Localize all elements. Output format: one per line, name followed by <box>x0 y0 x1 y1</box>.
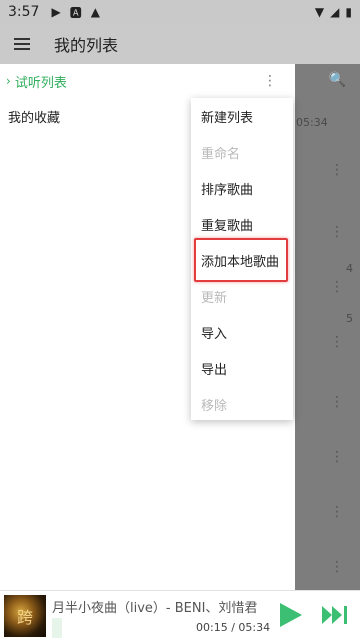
menu-item-rename: 重命名 <box>201 146 241 162</box>
signal-icon: ◢ <box>330 5 340 19</box>
favorites-label: 我的收藏 <box>8 110 61 126</box>
menu-item-duplicate-songs[interactable]: 重复歌曲 <box>191 206 293 242</box>
more-icon[interactable]: ⋮ <box>330 504 344 520</box>
more-icon[interactable]: ⋮ <box>330 449 344 465</box>
menu-item-import[interactable]: 导入 <box>191 314 293 350</box>
page-title: 我的列表 <box>54 36 119 55</box>
main-content: 🔍 05:34 4 5 ⋮ ⋮ ⋮ ⋮ ⋮ ⋮ ⋮ ⋮ › 试听列表 ⋮ 我的收… <box>0 64 360 590</box>
bg-duration-a: 05:34 <box>296 116 328 129</box>
highlight-box <box>194 238 288 282</box>
battery-icon: ▮ <box>345 5 352 19</box>
menu-item-remove: 移除 <box>201 398 228 414</box>
menu-item-new-list[interactable]: 新建列表 <box>191 98 293 134</box>
list-item-trial[interactable]: › 试听列表 ⋮ <box>0 64 295 98</box>
wifi-icon: ▼ <box>314 5 325 19</box>
app-bar: 我的列表 <box>0 24 360 64</box>
bg-duration-b: 4 <box>346 262 353 275</box>
bg-duration-c: 5 <box>346 312 353 325</box>
menu-item-sort-songs[interactable]: 排序歌曲 <box>191 170 293 206</box>
status-bar: 3:57 ▶ 🅰 ▲ ▼ ◢ ▮ <box>0 0 360 24</box>
a-icon: 🅰 <box>69 5 82 20</box>
search-icon[interactable]: 🔍 <box>329 72 346 88</box>
progress-bar[interactable] <box>52 618 62 638</box>
menu-item-update: 更新 <box>201 290 228 306</box>
menu-icon[interactable] <box>0 24 44 64</box>
song-title: 月半小夜曲（live）- BENI、刘惜君 <box>52 601 258 616</box>
play-icon[interactable] <box>280 603 302 627</box>
album-cover[interactable]: 跨 <box>4 595 46 637</box>
warning-icon: ▲ <box>90 5 100 19</box>
status-time: 3:57 <box>8 4 40 20</box>
next-icon[interactable] <box>322 603 348 627</box>
playback-time: 00:15 / 05:34 <box>196 621 271 634</box>
chevron-right-icon: › <box>6 74 11 88</box>
player-bar[interactable]: 跨 月半小夜曲（live）- BENI、刘惜君 00:15 / 05:34 <box>0 590 360 640</box>
more-icon[interactable]: ⋮ <box>263 73 277 89</box>
more-icon[interactable]: ⋮ <box>330 279 344 295</box>
menu-item-export[interactable]: 导出 <box>191 350 293 386</box>
more-icon[interactable]: ⋮ <box>330 394 344 410</box>
play-icon: ▶ <box>51 5 61 19</box>
trial-list-label: 试听列表 <box>14 75 67 91</box>
more-icon[interactable]: ⋮ <box>330 559 344 575</box>
more-icon[interactable]: ⋮ <box>330 224 344 240</box>
album-cover-text: 跨 <box>16 608 33 627</box>
more-icon[interactable]: ⋮ <box>330 162 344 178</box>
more-icon[interactable]: ⋮ <box>330 334 344 350</box>
